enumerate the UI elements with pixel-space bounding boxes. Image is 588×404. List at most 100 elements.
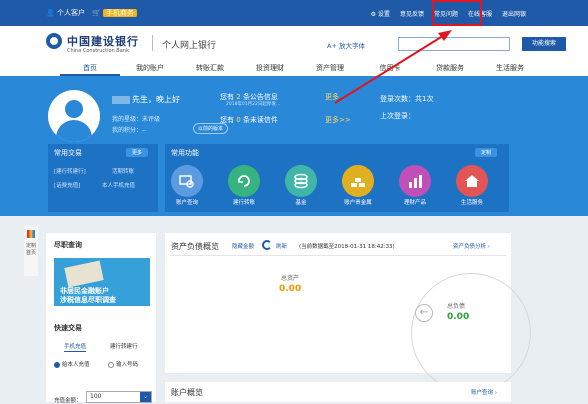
- home-icon: [465, 175, 479, 187]
- cart-icon: 🛒: [92, 9, 101, 17]
- quick-transactions-panel: 常用交易 更多 [建行转建行] 活期转账 [话费充值] 本人手机充值: [48, 144, 158, 212]
- quick-item-current-transfer[interactable]: 活期转账: [112, 167, 134, 175]
- customize-home-strip[interactable]: 定制首页: [24, 226, 38, 276]
- nav-asset-management[interactable]: 资产管理: [300, 60, 360, 76]
- quick-item-ccb-transfer[interactable]: [建行转建行]: [54, 167, 86, 175]
- points: 我的积分：--: [112, 127, 147, 134]
- highlight-box: [432, 0, 482, 26]
- gold-icon: [351, 178, 365, 187]
- nav-transfer[interactable]: 转账汇款: [180, 60, 240, 76]
- greeting-text: 先生，晚上好: [132, 95, 180, 104]
- left-column: 尽职查询 非居民金融账户 涉税信息尽职调查 快速交易 手机充值 建行转建行 给本…: [46, 233, 156, 404]
- greeting: 先生，晚上好: [112, 94, 180, 105]
- account-overview-card: 账户概览 账户查询 ›: [165, 382, 511, 402]
- refresh-link[interactable]: 刷新: [276, 242, 287, 250]
- amount-label: 充值金额：: [54, 398, 82, 404]
- announcement-count: 2: [236, 93, 241, 101]
- asset-analysis-link[interactable]: 资产负债分析 ›: [453, 242, 490, 250]
- radio-number-dot: [108, 361, 114, 368]
- logout-link[interactable]: 退出网银: [502, 9, 526, 18]
- finance-icon: [409, 175, 422, 188]
- total-assets-value: 0.00: [279, 284, 302, 294]
- mobile-commerce-link[interactable]: 🛒 手机商务: [92, 8, 137, 18]
- customize-home-label: 定制首页: [25, 243, 36, 256]
- settings-link[interactable]: ⚙ 设置: [371, 9, 390, 18]
- main-nav: 首页 我的账户 转账汇款 投资理财 资产管理 信用卡 贷款服务 生活服务: [0, 60, 588, 76]
- func-fund[interactable]: [285, 165, 317, 197]
- avatar-body-shape: [56, 120, 92, 142]
- header: 中国建设银行 China Construction Bank 个人网上银行 A+…: [0, 26, 588, 60]
- enlarge-font-link[interactable]: A+ 放大字体: [327, 40, 365, 50]
- account-query-link[interactable]: 账户查询 ›: [471, 388, 497, 396]
- radio-self-dot: [54, 361, 60, 368]
- nav-loan[interactable]: 贷款服务: [420, 60, 480, 76]
- func-ccb-transfer-label: 建行转账: [232, 200, 255, 206]
- search-card-icon: [179, 175, 194, 188]
- func-life-services[interactable]: [456, 165, 488, 197]
- func-panel-title: 常用功能: [171, 149, 199, 157]
- name-redaction: [112, 95, 130, 104]
- quick-item-phone-topup[interactable]: [话费充值]: [54, 181, 80, 189]
- search-button[interactable]: 功能搜索: [522, 37, 566, 51]
- nav-credit-card[interactable]: 信用卡: [360, 60, 420, 76]
- mail-count: 0: [236, 116, 241, 124]
- chevron-down-icon: ⌄: [140, 392, 151, 402]
- star-rating: 我的星级：未评级: [112, 116, 161, 123]
- radio-self-topup[interactable]: 给本人充值: [54, 360, 90, 368]
- func-account-query[interactable]: [171, 165, 203, 197]
- assets-title: 资产负债概览: [171, 242, 219, 251]
- chart-arc: [411, 273, 531, 393]
- quick-panel-title: 常用交易: [54, 149, 82, 157]
- func-ccb-transfer[interactable]: [228, 165, 260, 197]
- logo-text-cn: 中国建设银行: [67, 35, 139, 48]
- tax-info-banner[interactable]: 非居民金融账户 涉税信息尽职调查: [54, 258, 150, 306]
- hide-amount-link[interactable]: 隐藏金额: [232, 242, 254, 250]
- settings-label: 设置: [377, 11, 390, 18]
- func-precious-metal[interactable]: [342, 165, 374, 197]
- announcement-more: 更多: [325, 93, 339, 101]
- due-diligence-title: 尽职查询: [54, 241, 82, 249]
- nav-investment[interactable]: 投资理财: [240, 60, 300, 76]
- total-liabilities-label: 总负债: [447, 303, 466, 310]
- data-timestamp: (当前数据截至2018-01-31 18:42:33): [299, 244, 395, 250]
- radio-enter-number[interactable]: 输入号码: [108, 360, 138, 368]
- mail-pre: 您有: [220, 116, 234, 124]
- mail-more-link[interactable]: 更多>>: [325, 115, 351, 125]
- announcement-snippet: 2018年01月22日起停发...: [226, 102, 281, 107]
- announcement-post: 条公告信息: [242, 93, 278, 101]
- nav-life-services[interactable]: 生活服务: [480, 60, 540, 76]
- func-account-query-label: 账户查询: [175, 200, 198, 206]
- customize-button[interactable]: 定制: [475, 148, 498, 157]
- personal-customer-link[interactable]: 👤 个人客户: [46, 8, 85, 18]
- last-login: 上次登录：: [380, 112, 415, 120]
- refresh-icon[interactable]: [262, 240, 272, 250]
- mail-msg: 您有 0 条未读信件: [220, 115, 278, 125]
- nav-home[interactable]: 首页: [60, 60, 120, 76]
- func-fund-label: 基金: [295, 200, 307, 206]
- mail-post: 条未读信件: [242, 116, 278, 124]
- banner-card-shape: [64, 260, 104, 288]
- func-life-services-label: 生活服务: [460, 200, 483, 206]
- tab-ccb-transfer[interactable]: 建行转建行: [110, 342, 138, 350]
- arrow-left-icon[interactable]: ←: [415, 304, 433, 322]
- tab-phone-topup[interactable]: 手机充值: [64, 342, 87, 352]
- avatar[interactable]: [48, 90, 100, 142]
- personal-customer-label: 个人客户: [56, 9, 85, 17]
- mail-more: 更多>>: [325, 116, 351, 124]
- func-finance-products[interactable]: [399, 165, 431, 197]
- announcement-more-link[interactable]: 更多: [325, 92, 339, 102]
- quick-item-self-topup[interactable]: 本人手机充值: [102, 181, 135, 189]
- amount-select[interactable]: 100 ⌄: [86, 391, 152, 403]
- func-precious-metal-label: 账户贵金属: [344, 200, 372, 206]
- search-input[interactable]: [398, 37, 510, 51]
- radio-self-label: 给本人充值: [62, 362, 90, 368]
- customize-icon: [27, 230, 35, 238]
- nav-my-account[interactable]: 我的账户: [120, 60, 180, 76]
- site-subtitle: 个人网上银行: [162, 41, 217, 51]
- logo-divider: [152, 35, 153, 51]
- announcement-pre: 您有: [220, 93, 234, 101]
- feedback-link[interactable]: 意见反馈: [400, 9, 424, 18]
- quick-more-button[interactable]: 更多: [126, 148, 149, 157]
- avatar-head-shape: [65, 100, 83, 118]
- banner-line1: 非居民金融账户: [60, 287, 109, 295]
